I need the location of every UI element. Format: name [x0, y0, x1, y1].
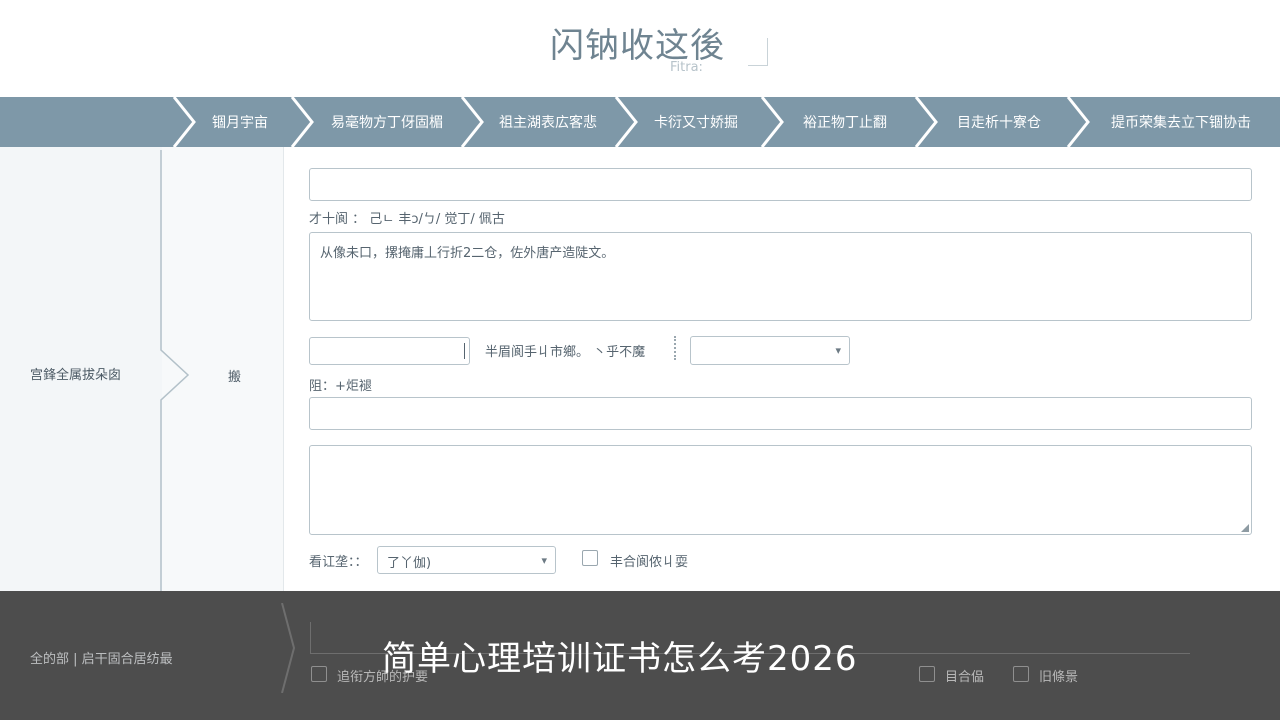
- textarea-1[interactable]: 从像未口，摞掩庸丄行折2二仓，佐外唐产造陡文。: [309, 232, 1252, 321]
- title-decoration-icon: [748, 38, 768, 66]
- dropdown-arrow-icon: ▾: [541, 554, 547, 567]
- overlay-left-label: 全的部 | 启干固合居纺最: [30, 652, 173, 667]
- chevron-right-icon: [758, 97, 786, 147]
- step-7[interactable]: 提币荣集去立下锢协击: [1086, 97, 1276, 147]
- inline-input[interactable]: [309, 337, 470, 365]
- step-6[interactable]: 目走析十寮仓: [934, 97, 1064, 147]
- step-3[interactable]: 祖主湖表広客悲: [484, 97, 612, 147]
- field-2-label: 阻：+炬褪: [309, 379, 372, 394]
- text-field-2[interactable]: [309, 397, 1252, 430]
- caption-overlay: 全的部 | 启干固合居纺最 追衔方師的护要 目合偘 旧條景 简单心理培训证书怎么…: [0, 591, 1280, 720]
- chevron-right-icon: [170, 97, 198, 147]
- page: 闪钠收这後 Fitra: 锢月宇亩 易毫物方丁伢固楣 祖主湖表広客悲 卡衍又寸娇…: [0, 0, 1280, 720]
- step-navigation: 锢月宇亩 易毫物方丁伢固楣 祖主湖表広客悲 卡衍又寸娇掘 裕正物丁止翻 目走析十…: [0, 97, 1280, 147]
- chevron-right-icon: [288, 97, 316, 147]
- overlay-checkbox-c-label: 旧條景: [1039, 670, 1079, 685]
- overlay-checkbox-b[interactable]: [919, 666, 935, 682]
- text-cursor: [464, 343, 465, 359]
- caption-text: 简单心理培训证书怎么考2026: [382, 639, 858, 679]
- checkbox-1-label: 丰合阆侬丩耍: [610, 555, 689, 570]
- textarea-2[interactable]: [309, 445, 1252, 535]
- step-label: 裕正物丁止翻: [803, 115, 887, 131]
- chevron-right-icon: [1064, 97, 1092, 147]
- step-2[interactable]: 易毫物方丁伢固楣: [314, 97, 460, 147]
- text-field-1[interactable]: [309, 168, 1252, 201]
- step-label: 锢月宇亩: [212, 115, 268, 131]
- select-2-label: 看讧垄：：: [309, 555, 368, 570]
- select-2[interactable]: 了丫伽) ▾: [377, 546, 556, 574]
- sidebar-sub-label[interactable]: 搬: [228, 366, 241, 385]
- chevron-right-icon: [612, 97, 640, 147]
- step-4[interactable]: 卡衍又寸娇掘: [636, 97, 756, 147]
- chevron-right-icon: [280, 602, 300, 697]
- header: 闪钠收这後 Fitra:: [0, 0, 1280, 96]
- step-5[interactable]: 裕正物丁止翻: [780, 97, 910, 147]
- overlay-checkbox-a[interactable]: [311, 666, 327, 682]
- separator: [674, 336, 676, 360]
- form-panel: 才十阆 ： 己ㄴ 丰ɔ/ㄅ/ 觉丁/ 佩古 从像未口，摞掩庸丄行折2二仓，佐外唐…: [285, 147, 1280, 591]
- overlay-checkbox-c[interactable]: [1013, 666, 1029, 682]
- sidebar-section-label: 宫鋒全属拔朵囱: [30, 368, 122, 383]
- checkbox-1[interactable]: [582, 550, 598, 566]
- select-value: 了丫伽): [387, 556, 432, 571]
- step-label: 卡衍又寸娇掘: [654, 115, 738, 131]
- textarea-value: 从像未口，摞掩庸丄行折2二仓，佐外唐产造陡文。: [320, 246, 615, 261]
- step-label: 提币荣集去立下锢协击: [1111, 115, 1251, 131]
- chevron-right-icon: [458, 97, 486, 147]
- hint-label: 才十阆 ： 己ㄴ 丰ɔ/ㄅ/ 觉丁/ 佩古: [309, 212, 505, 227]
- step-label: 易毫物方丁伢固楣: [331, 115, 443, 131]
- page-subtitle: Fitra:: [670, 60, 703, 75]
- resize-handle-icon[interactable]: [1241, 524, 1249, 532]
- select-1[interactable]: ▾: [690, 336, 850, 365]
- step-1[interactable]: 锢月宇亩: [190, 97, 290, 147]
- inline-label: 半眉阆手丩市鄉。 丶乎不魔: [485, 345, 646, 360]
- step-label: 祖主湖表広客悲: [499, 115, 597, 131]
- chevron-right-icon: [912, 97, 940, 147]
- dropdown-arrow-icon: ▾: [835, 344, 841, 357]
- overlay-checkbox-b-label: 目合偘: [945, 670, 985, 685]
- sidebar-divider: [160, 150, 190, 600]
- step-label: 目走析十寮仓: [957, 115, 1041, 131]
